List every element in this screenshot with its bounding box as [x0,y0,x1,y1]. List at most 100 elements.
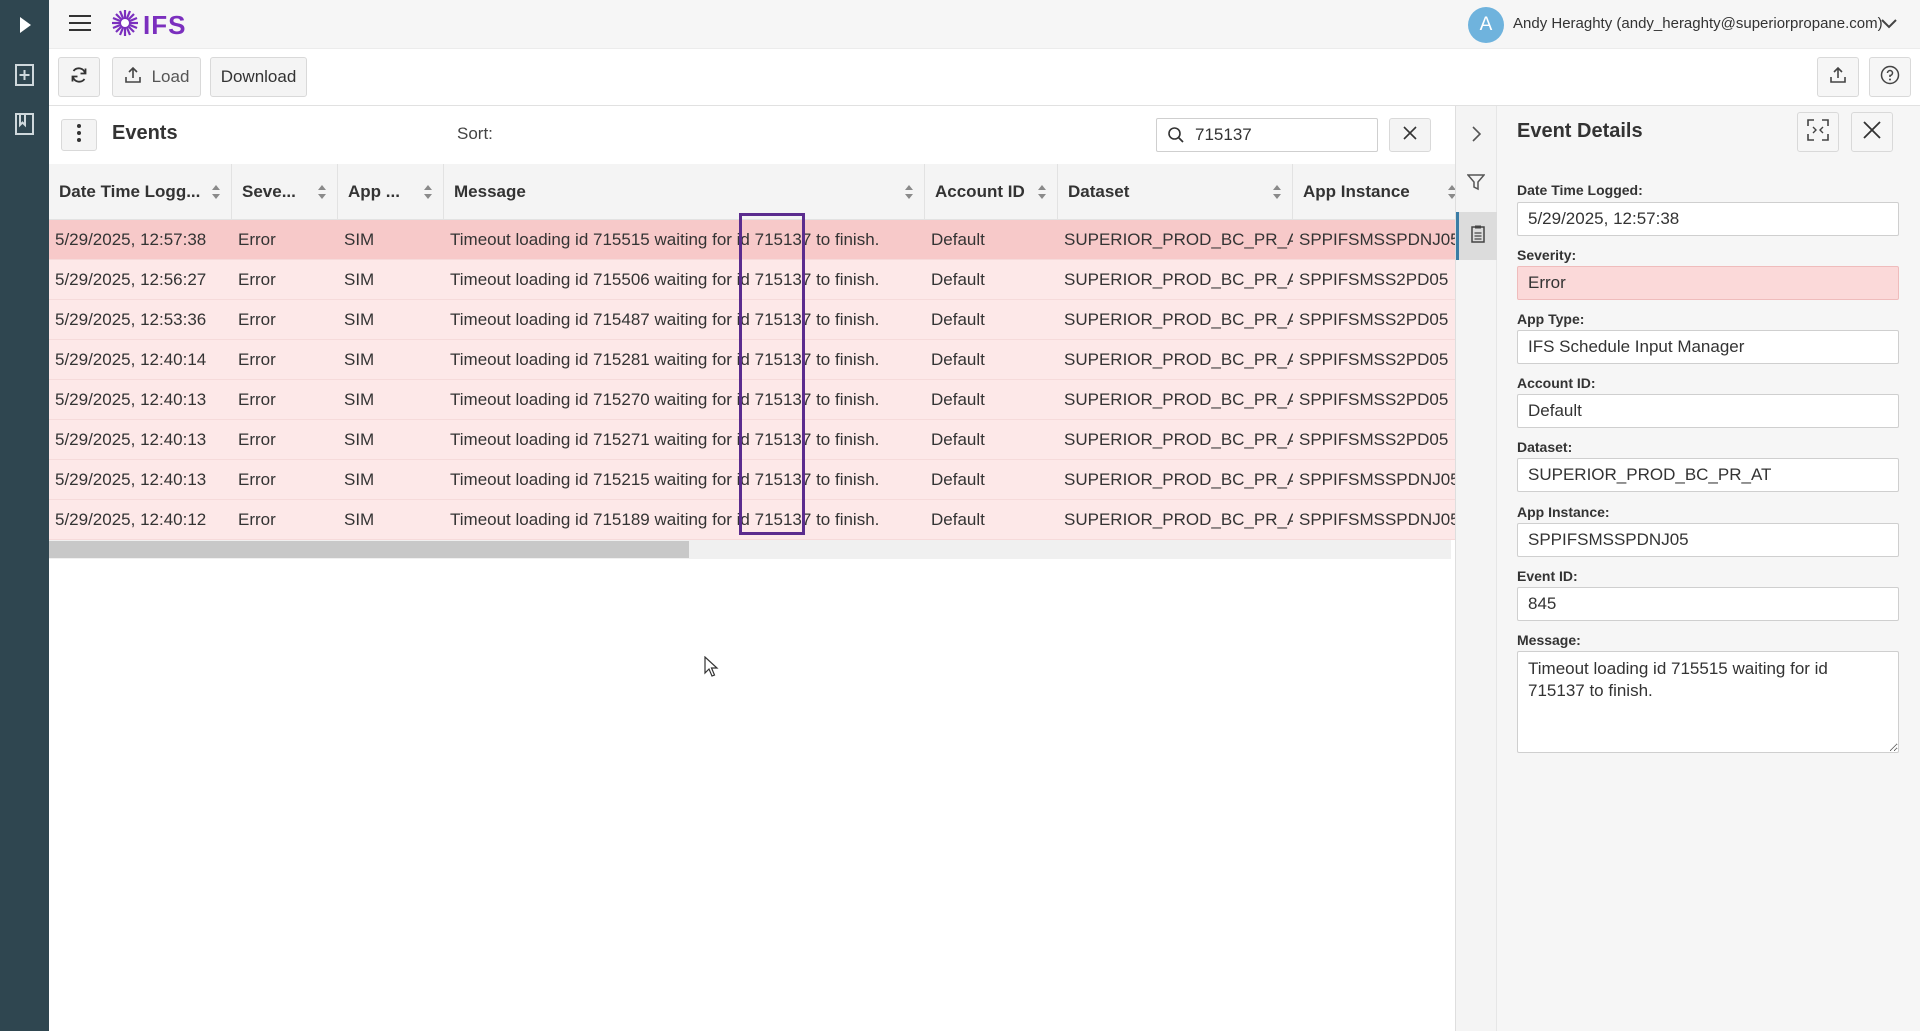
toolbar: Load Download [49,49,1920,106]
cell-account-id: Default [931,430,985,449]
search-input[interactable] [1193,124,1363,146]
cell-severity: Error [238,230,276,249]
cell-dataset: SUPERIOR_PROD_BC_PR_AT [1064,270,1293,289]
main-menu-button[interactable] [65,10,95,40]
cell-app-instance: SPPIFSMSS2PD05 [1299,270,1449,289]
details-title: Event Details [1517,120,1643,142]
severity-field[interactable]: Error [1517,266,1899,300]
bookmarks-button[interactable] [0,99,49,148]
column-header-app-instance[interactable]: App Instance [1293,164,1455,220]
cell-severity: Error [238,270,276,289]
message-field[interactable]: Timeout loading id 715515 waiting for id… [1517,651,1899,753]
column-header-app-type[interactable]: App ... [338,164,444,220]
date-time-logged-label: Date Time Logged: [1517,182,1643,198]
help-button[interactable] [1869,57,1911,97]
mouse-cursor-icon [704,655,720,682]
clear-search-button[interactable] [1389,118,1431,152]
cell-message: Timeout loading id 715487 waiting for id… [450,310,880,329]
ifs-logo-icon [109,7,141,44]
filter-icon [1466,173,1486,196]
download-label: Download [220,67,297,86]
details-button[interactable] [1456,212,1497,260]
cell-date-time: 5/29/2025, 12:57:38 [55,230,207,249]
new-page-button[interactable] [0,50,49,99]
sort-icon [1273,185,1281,199]
close-details-button[interactable] [1851,112,1893,152]
chevron-down-icon [1881,16,1897,34]
refresh-button[interactable] [58,57,100,97]
user-menu-button[interactable] [1876,12,1902,38]
cell-app-type: SIM [344,510,375,529]
fullscreen-button[interactable] [1797,112,1839,152]
sort-icon [424,185,432,199]
sort-label[interactable]: Sort: [457,124,493,144]
cell-date-time: 5/29/2025, 12:53:36 [55,310,207,329]
cell-app-type: SIM [344,270,375,289]
collapse-panel-button[interactable] [1456,116,1496,156]
column-header-message[interactable]: Message [444,164,925,220]
cell-dataset: SUPERIOR_PROD_BC_PR_AT [1064,230,1293,249]
cell-app-instance: SPPIFSMSSPDNJ05 [1299,510,1455,529]
cell-app-type: SIM [344,470,375,489]
cell-dataset: SUPERIOR_PROD_BC_PR_AT [1064,350,1293,369]
app-instance-field[interactable]: SPPIFSMSSPDNJ05 [1517,523,1899,557]
column-header-label: Message [454,181,526,201]
cell-app-type: SIM [344,390,375,409]
cell-account-id: Default [931,310,985,329]
cell-message: Timeout loading id 715189 waiting for id… [450,510,880,529]
date-time-logged-field[interactable]: 5/29/2025, 12:57:38 [1517,202,1899,236]
cell-dataset: SUPERIOR_PROD_BC_PR_AT [1064,310,1293,329]
cell-account-id: Default [931,350,985,369]
message-label: Message: [1517,632,1581,648]
dataset-field[interactable]: SUPERIOR_PROD_BC_PR_AT [1517,458,1899,492]
new-page-icon [14,63,36,87]
event-id-field[interactable]: 845 [1517,587,1899,621]
cell-dataset: SUPERIOR_PROD_BC_PR_AT [1064,470,1293,489]
column-header-label: Account ID [935,181,1025,201]
collapse-panel-icon [1471,125,1482,147]
cell-message: Timeout loading id 715270 waiting for id… [450,390,880,409]
column-header-label: Date Time Logg... [59,181,201,201]
event-id-label: Event ID: [1517,568,1578,584]
account-id-field[interactable]: Default [1517,394,1899,428]
app-type-field[interactable]: IFS Schedule Input Manager [1517,330,1899,364]
share-icon [1829,66,1847,89]
filter-button[interactable] [1456,164,1496,204]
cell-account-id: Default [931,470,985,489]
column-header-account-id[interactable]: Account ID [925,164,1058,220]
download-button[interactable]: Download [210,57,307,97]
column-header-label: App Instance [1303,181,1410,201]
cell-severity: Error [238,350,276,369]
cell-account-id: Default [931,390,985,409]
expand-rail-button[interactable] [0,0,49,49]
share-button[interactable] [1817,57,1859,97]
search-box[interactable] [1156,118,1378,152]
expand-rail-icon [18,16,32,34]
clear-icon [1402,125,1418,146]
cell-severity: Error [238,510,276,529]
events-menu-button[interactable] [61,119,97,151]
column-header-dataset[interactable]: Dataset [1058,164,1293,220]
column-header-label: Seve... [242,181,296,201]
upload-icon [124,66,142,89]
top-bar: IFS A Andy Heraghty (andy_heraghty@super… [49,0,1920,49]
refresh-icon [70,66,88,89]
user-name[interactable]: Andy Heraghty (andy_heraghty@superiorpro… [1513,15,1883,32]
ifs-logo[interactable]: IFS [109,8,186,42]
side-strip [1455,106,1497,1031]
load-button[interactable]: Load [112,57,201,97]
horizontal-scrollbar-thumb[interactable] [49,541,689,558]
cell-severity: Error [238,430,276,449]
sort-icon [905,185,913,199]
avatar[interactable]: A [1468,7,1504,43]
load-label: Load [151,67,190,86]
cell-app-instance: SPPIFSMSS2PD05 [1299,390,1449,409]
column-header-severity[interactable]: Seve... [232,164,338,220]
help-icon [1880,65,1900,90]
cell-app-type: SIM [344,230,375,249]
cell-date-time: 5/29/2025, 12:56:27 [55,270,207,289]
cell-account-id: Default [931,270,985,289]
cell-app-instance: SPPIFSMSSPDNJ05 [1299,230,1455,249]
column-header-date-time[interactable]: Date Time Logg... [49,164,232,220]
search-match-highlight [739,213,805,535]
